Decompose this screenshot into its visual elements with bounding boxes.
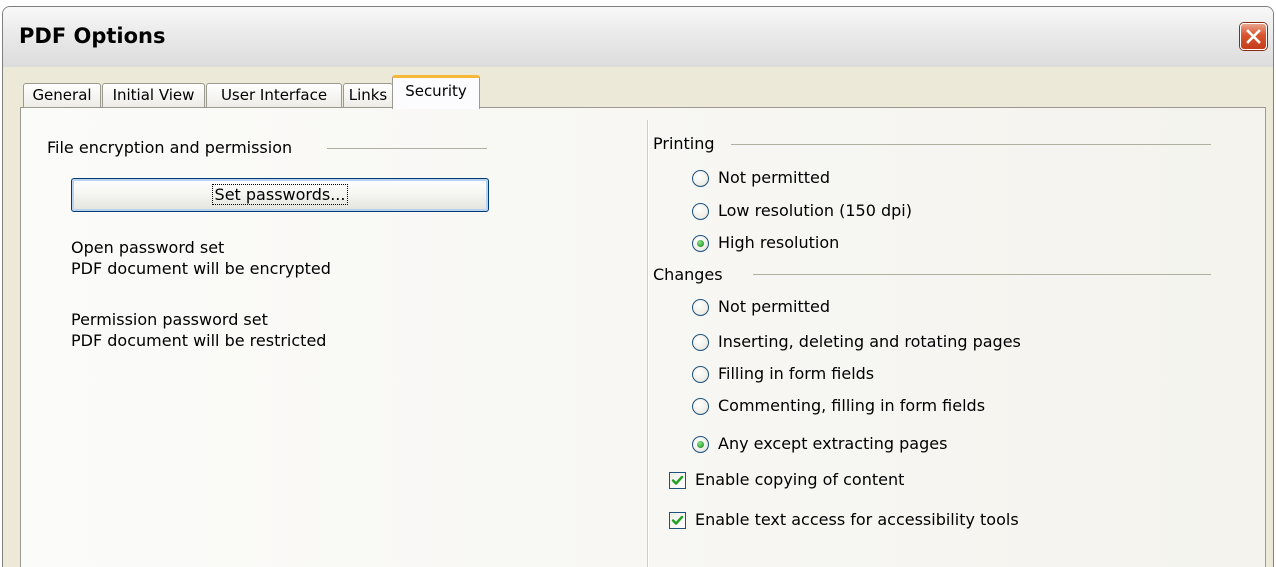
checkmark-icon — [671, 475, 684, 485]
status-open-password: Open password set — [71, 238, 225, 257]
radio-circle — [692, 203, 709, 220]
status-encrypted: PDF document will be encrypted — [71, 259, 331, 278]
radio-label: Any except extracting pages — [718, 434, 948, 453]
radio-selected-dot — [697, 240, 704, 247]
tab-user-interface[interactable]: User Interface — [206, 83, 342, 108]
radio-circle — [692, 299, 709, 316]
divider — [753, 274, 1211, 275]
status-permission-password: Permission password set — [71, 310, 268, 329]
radio-circle — [692, 398, 709, 415]
radio-label: Inserting, deleting and rotating pages — [718, 332, 1021, 351]
checkmark-icon — [671, 515, 684, 525]
tab-security[interactable]: Security — [392, 75, 480, 109]
divider — [327, 148, 487, 149]
tab-links[interactable]: Links — [343, 83, 393, 108]
radio-label: High resolution — [718, 233, 840, 252]
section-title-encryption: File encryption and permission — [47, 138, 293, 157]
close-button[interactable] — [1240, 23, 1267, 50]
section-title-printing: Printing — [653, 134, 715, 153]
radio-circle — [692, 170, 709, 187]
radio-selected-dot — [697, 441, 704, 448]
radio-label: Commenting, filling in form fields — [718, 396, 986, 415]
column-separator — [647, 120, 649, 567]
radio-circle — [692, 334, 709, 351]
set-passwords-button[interactable]: Set passwords... — [71, 178, 489, 212]
radio-label: Filling in form fields — [718, 364, 875, 383]
pdf-options-dialog: PDF Options General Initial View User In… — [2, 6, 1274, 567]
radio-label: Low resolution (150 dpi) — [718, 201, 912, 220]
close-icon — [1246, 29, 1261, 44]
security-panel: File encryption and permission Set passw… — [20, 107, 1266, 567]
checkbox-box — [669, 512, 686, 529]
radio-label: Not permitted — [718, 297, 830, 316]
dialog-title: PDF Options — [19, 24, 166, 48]
checkbox-label: Enable text access for accessibility too… — [695, 510, 1019, 529]
tab-general[interactable]: General — [23, 83, 101, 108]
checkbox-label: Enable copying of content — [695, 470, 905, 489]
radio-circle — [692, 366, 709, 383]
radio-label: Not permitted — [718, 168, 830, 187]
status-restricted: PDF document will be restricted — [71, 331, 327, 350]
tab-initial-view[interactable]: Initial View — [102, 83, 205, 108]
divider — [731, 144, 1211, 145]
set-passwords-label: Set passwords... — [211, 184, 349, 205]
section-title-changes: Changes — [653, 265, 723, 284]
checkbox-box — [669, 472, 686, 489]
title-bar: PDF Options — [3, 7, 1273, 67]
